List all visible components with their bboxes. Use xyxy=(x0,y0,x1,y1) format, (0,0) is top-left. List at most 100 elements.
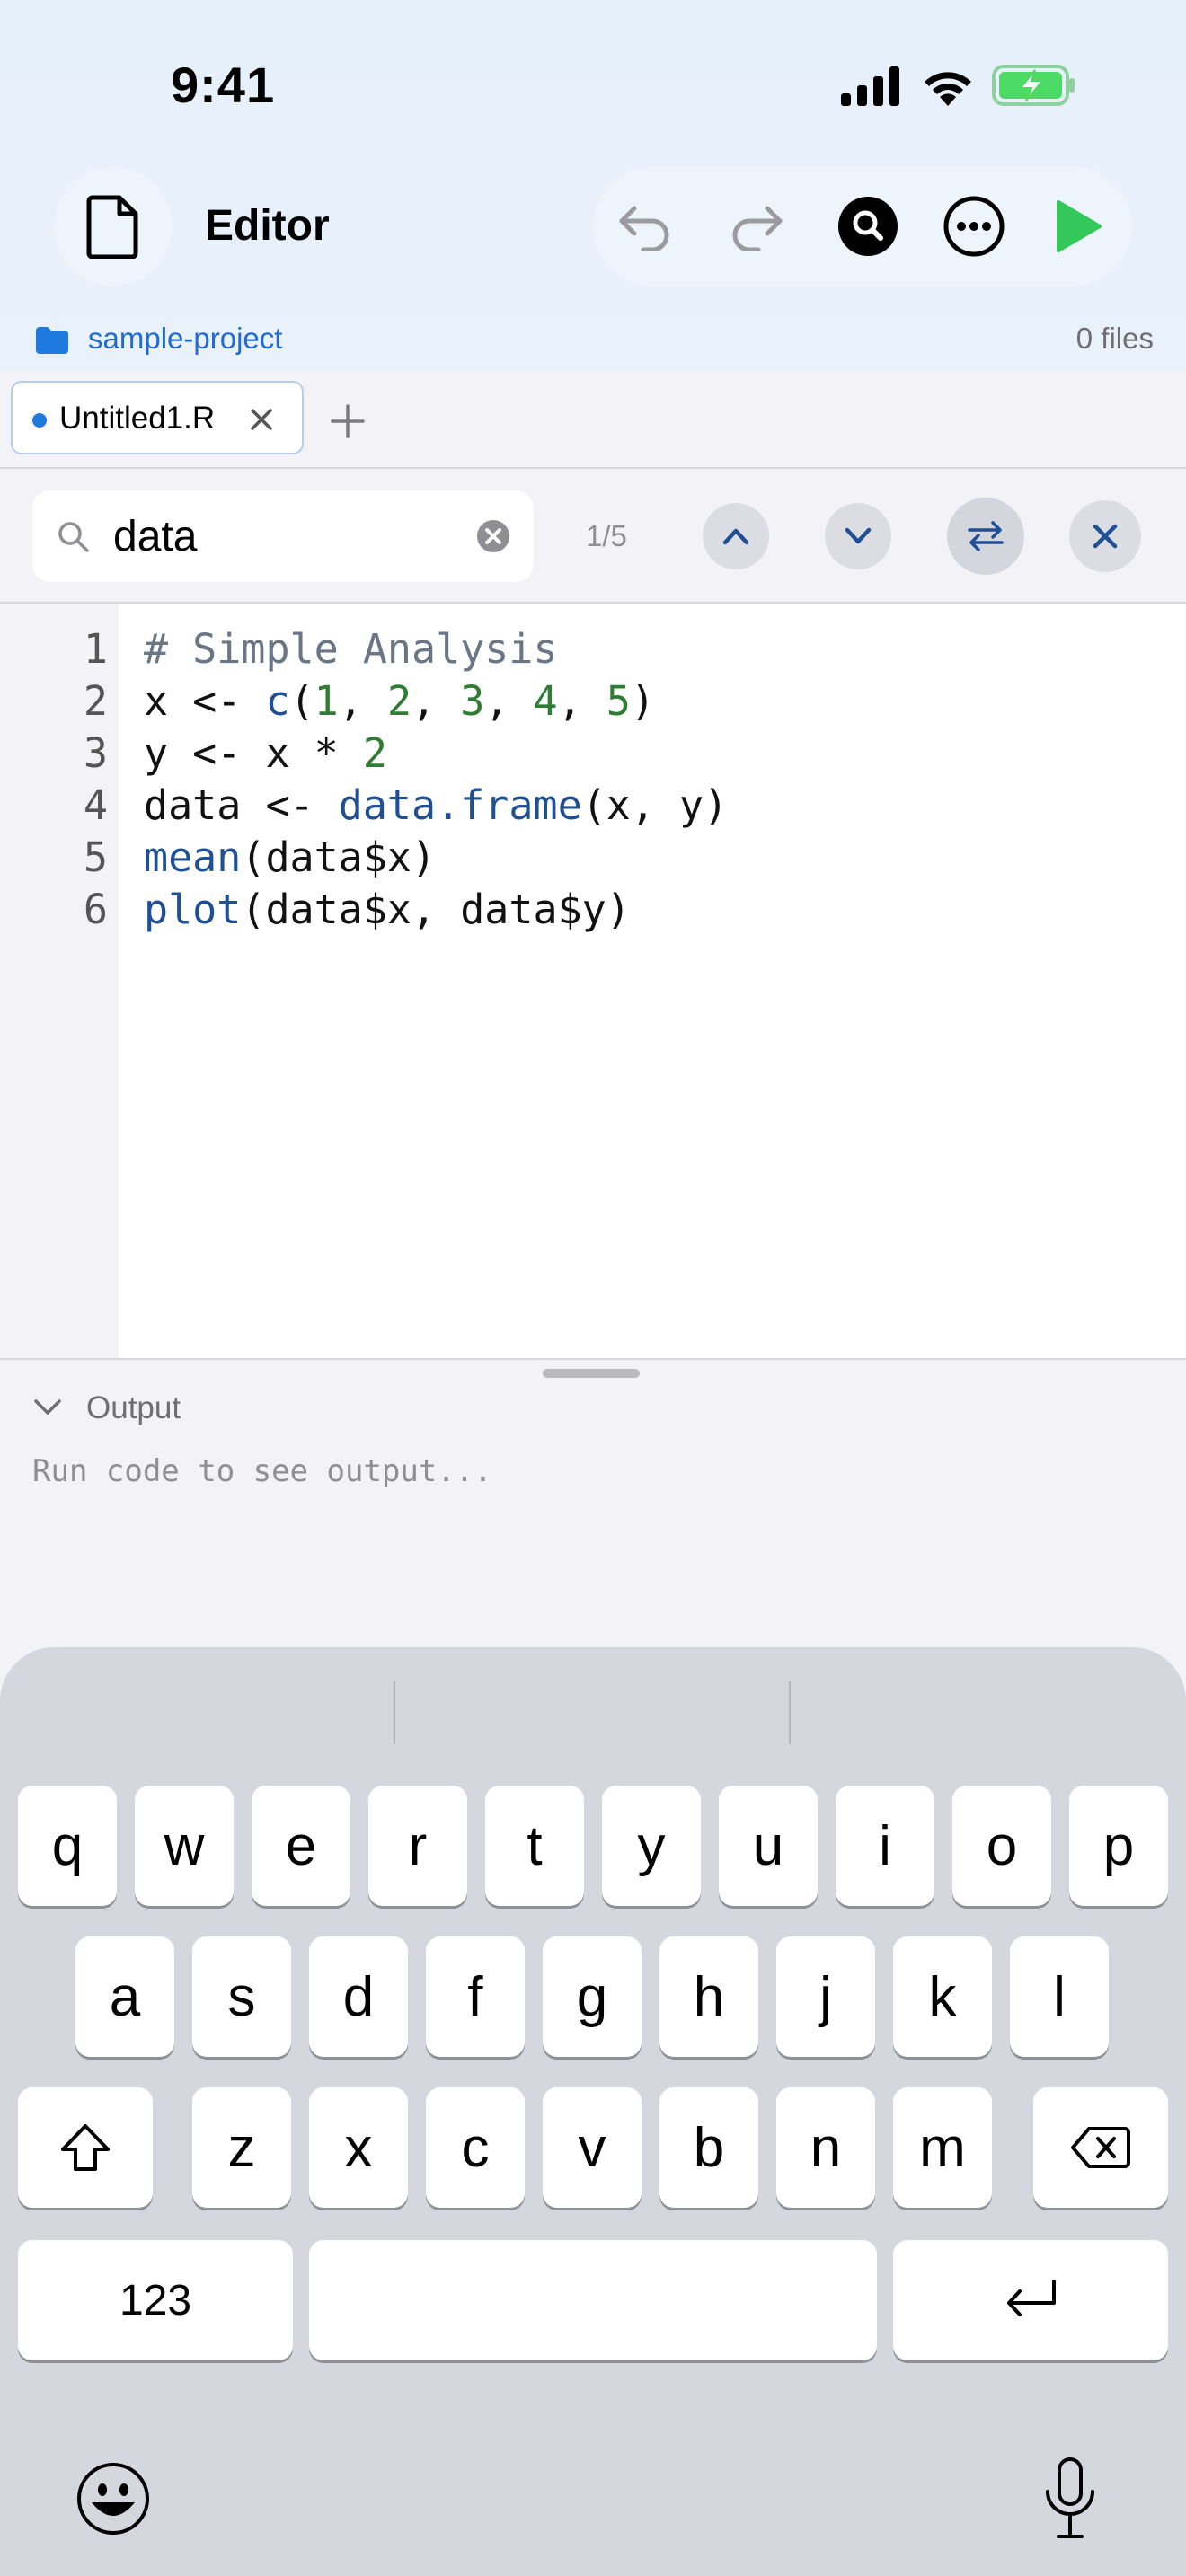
search-field xyxy=(32,490,534,582)
match-count: 1/5 xyxy=(586,519,627,552)
key-r[interactable]: r xyxy=(368,1786,467,1906)
close-icon xyxy=(1093,524,1118,549)
key-b[interactable]: b xyxy=(659,2087,758,2208)
file-count: 0 files xyxy=(1075,322,1154,355)
key-j[interactable]: j xyxy=(776,1936,875,2057)
search-icon xyxy=(838,197,898,256)
tab-label: Untitled1.R xyxy=(59,401,216,436)
chevron-down-icon xyxy=(845,527,872,544)
clear-search-button[interactable] xyxy=(476,519,510,553)
return-icon xyxy=(1007,2280,1056,2316)
document-button[interactable] xyxy=(54,167,173,286)
line-number: 1 xyxy=(83,625,108,673)
cellular-signal-icon xyxy=(841,66,899,106)
magnifier-icon xyxy=(58,522,89,552)
emoji-icon[interactable] xyxy=(75,2461,151,2536)
undo-icon xyxy=(619,206,669,251)
key-w[interactable]: w xyxy=(135,1786,234,1906)
run-button[interactable] xyxy=(1037,187,1116,266)
code-line: mean(data$x) xyxy=(144,834,437,881)
tab-untitled1[interactable]: Untitled1.R xyxy=(11,381,304,454)
code-line: plot(data$x, data$y) xyxy=(144,886,631,933)
numbers-key[interactable]: 123 xyxy=(18,2240,293,2360)
folder-icon xyxy=(36,327,68,354)
top-header-area: 9:41 Editor sample-project 0 files xyxy=(0,0,1186,370)
microphone-icon[interactable] xyxy=(1042,2456,1098,2542)
delete-key[interactable] xyxy=(1033,2087,1168,2208)
space-key[interactable] xyxy=(309,2240,877,2360)
line-number: 2 xyxy=(83,677,108,725)
chevron-up-icon xyxy=(722,528,749,545)
modified-dot xyxy=(32,413,47,428)
run-icon xyxy=(1057,200,1102,252)
undo-button[interactable] xyxy=(606,187,685,266)
code-line: data <- data.frame(x, y) xyxy=(144,781,729,829)
suggestion-divider xyxy=(394,1681,395,1744)
resize-handle[interactable] xyxy=(543,1369,640,1378)
key-n[interactable]: n xyxy=(776,2087,875,2208)
key-o[interactable]: o xyxy=(952,1786,1051,1906)
clear-icon xyxy=(477,520,509,552)
on-screen-keyboard: qwertyuiop asdfghjkl zxcvbnm 123 xyxy=(0,1647,1186,2576)
key-q[interactable]: q xyxy=(18,1786,117,1906)
delete-icon xyxy=(1071,2127,1130,2168)
document-icon xyxy=(86,195,138,259)
key-l[interactable]: l xyxy=(1010,1936,1109,2057)
editor-toolbar xyxy=(593,167,1132,286)
tab-close-button[interactable] xyxy=(248,397,275,451)
chevron-down-icon[interactable] xyxy=(32,1398,63,1417)
search-input[interactable] xyxy=(113,507,455,566)
suggestion-divider xyxy=(789,1681,791,1744)
output-label: Output xyxy=(86,1390,181,1425)
key-m[interactable]: m xyxy=(893,2087,992,2208)
line-number-gutter: 1 2 3 4 5 6 xyxy=(0,604,119,1358)
code-line: y <- x * 2 xyxy=(144,729,387,777)
key-x[interactable]: x xyxy=(309,2087,408,2208)
key-k[interactable]: k xyxy=(893,1936,992,2057)
project-row: sample-project 0 files xyxy=(32,320,1154,361)
key-u[interactable]: u xyxy=(719,1786,818,1906)
add-tab-button[interactable] xyxy=(329,383,367,466)
shift-key[interactable] xyxy=(18,2087,153,2208)
key-s[interactable]: s xyxy=(192,1936,291,2057)
tab-bar: Untitled1.R xyxy=(0,370,1186,469)
key-a[interactable]: a xyxy=(75,1936,174,2057)
close-icon xyxy=(251,409,272,430)
key-t[interactable]: t xyxy=(485,1786,584,1906)
replace-arrows-icon xyxy=(968,521,1004,551)
redo-button[interactable] xyxy=(717,187,796,266)
find-bar: 1/5 xyxy=(0,471,1186,604)
output-placeholder: Run code to see output... xyxy=(32,1453,492,1489)
key-y[interactable]: y xyxy=(602,1786,701,1906)
wifi-icon xyxy=(925,72,971,106)
return-key[interactable] xyxy=(893,2240,1168,2360)
key-d[interactable]: d xyxy=(309,1936,408,2057)
more-button[interactable] xyxy=(934,187,1013,266)
next-match-button[interactable] xyxy=(825,503,891,569)
shift-icon xyxy=(61,2124,110,2171)
code-line: # Simple Analysis xyxy=(144,625,558,673)
more-icon xyxy=(943,196,1005,257)
key-f[interactable]: f xyxy=(426,1936,525,2057)
key-p[interactable]: p xyxy=(1069,1786,1168,1906)
line-number: 6 xyxy=(83,886,108,933)
search-button[interactable] xyxy=(828,187,907,266)
previous-match-button[interactable] xyxy=(703,503,769,569)
key-g[interactable]: g xyxy=(543,1936,642,2057)
key-v[interactable]: v xyxy=(543,2087,642,2208)
key-e[interactable]: e xyxy=(252,1786,350,1906)
code-editor[interactable]: 1 2 3 4 5 6 # Simple Analysis x <- c(1, … xyxy=(0,604,1186,1358)
key-i[interactable]: i xyxy=(836,1786,934,1906)
project-name-link[interactable]: sample-project xyxy=(88,322,282,356)
page-title: Editor xyxy=(205,202,330,250)
close-find-button[interactable] xyxy=(1069,500,1141,572)
line-number: 3 xyxy=(83,729,108,777)
key-h[interactable]: h xyxy=(659,1936,758,2057)
key-c[interactable]: c xyxy=(426,2087,525,2208)
key-z[interactable]: z xyxy=(192,2087,291,2208)
battery-charging-icon xyxy=(992,65,1075,106)
replace-toggle-button[interactable] xyxy=(947,498,1024,575)
line-number: 5 xyxy=(83,834,108,881)
line-number: 4 xyxy=(83,781,108,829)
redo-icon xyxy=(732,206,783,251)
